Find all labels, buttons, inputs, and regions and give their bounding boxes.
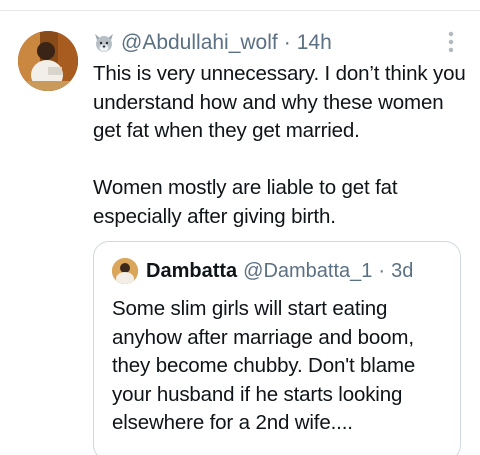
separator: ·: [378, 259, 386, 282]
tweet-text-paragraph: This is very unnecessary. I don’t think …: [93, 62, 466, 142]
quoted-timestamp[interactable]: 3d: [391, 260, 413, 283]
quoted-tweet-header: Dambatta @Dambatta_1 · 3d: [112, 258, 413, 284]
avatar[interactable]: [18, 31, 78, 91]
author-handle[interactable]: @Abdullahi_wolf: [121, 31, 278, 55]
quoted-tweet-card[interactable]: Dambatta @Dambatta_1 · 3d Some slim girl…: [93, 241, 461, 455]
tweet-text-paragraph: Women mostly are liable to get fat espec…: [93, 176, 398, 228]
quoted-tweet-text: Some slim girls will start eating anyhow…: [112, 297, 416, 434]
tweet-body: This is very unnecessary. I don’t think …: [93, 60, 468, 231]
quoted-handle[interactable]: @Dambatta_1: [243, 260, 372, 283]
more-vertical-icon[interactable]: [446, 30, 456, 54]
tweet-timestamp[interactable]: 14h: [297, 31, 332, 55]
quoted-display-name[interactable]: Dambatta: [146, 260, 237, 283]
quoted-avatar: [112, 258, 138, 284]
avatar-image: [18, 31, 78, 91]
wolf-face-icon: [93, 32, 115, 54]
tweet-screen: @Abdullahi_wolf · 14h This is very unnec…: [0, 0, 480, 455]
separator: ·: [283, 31, 291, 54]
tweet-header: @Abdullahi_wolf · 14h: [93, 29, 332, 57]
divider: [0, 10, 480, 11]
